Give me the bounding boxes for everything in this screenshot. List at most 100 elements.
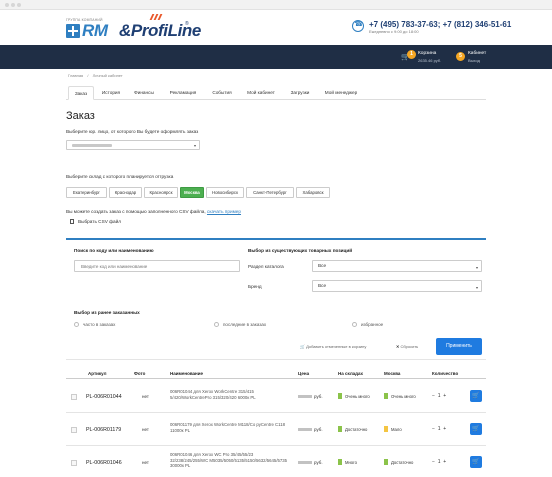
add-marked-label: Добавить отмеченные в корзину — [306, 344, 367, 349]
minus-icon[interactable]: − — [432, 393, 435, 399]
quantity-value[interactable]: 1 — [438, 393, 441, 399]
file-icon — [70, 219, 74, 224]
page: ГРУППА КОМПАНИЙ RM &ProfiLine ® +7 (495)… — [0, 10, 552, 477]
col-article[interactable]: Артикул — [88, 371, 106, 376]
logo-stripes-icon — [148, 14, 164, 20]
csv-choose[interactable]: Выбрать CSV файл — [70, 219, 121, 224]
radio-favorites[interactable]: избранное — [352, 322, 383, 327]
cabinet-link[interactable]: Кабинет — [468, 51, 486, 56]
search-label: Поиск по коду или наименованию — [74, 248, 154, 253]
add-to-cart-button[interactable]: 🛒 — [470, 456, 482, 468]
window-close-dot[interactable] — [5, 3, 9, 7]
reset-label: Сбросить — [400, 344, 419, 349]
logo-rm[interactable]: RM — [82, 21, 108, 41]
row-article[interactable]: PL-006R01046 — [86, 460, 122, 466]
site-header: ГРУППА КОМПАНИЙ RM &ProfiLine ® +7 (495)… — [0, 10, 552, 45]
warehouse-krasnodar[interactable]: Краснодар — [109, 187, 142, 198]
moscow-stock-text: Мало — [391, 427, 402, 432]
add-to-cart-button[interactable]: 🛒 — [470, 390, 482, 402]
col-name[interactable]: Наименование — [170, 371, 203, 376]
col-photo: Фото — [134, 371, 146, 376]
tab-my-cabinet[interactable]: Мой кабинет — [240, 86, 282, 100]
tab-order[interactable]: Заказ — [68, 86, 94, 100]
brand-select[interactable]: Все ▾ — [312, 280, 482, 292]
row-article[interactable]: PL-006R01044 — [86, 394, 122, 400]
cabinet-badge: 5 — [456, 52, 465, 61]
quantity-value[interactable]: 1 — [438, 459, 441, 465]
reset-filters[interactable]: ✕ Сбросить — [396, 344, 418, 349]
catalog-select[interactable]: Все ▾ — [312, 260, 482, 272]
minus-icon[interactable]: − — [432, 459, 435, 465]
plus-icon[interactable]: + — [443, 459, 446, 465]
warehouse-moscow[interactable]: Москва — [180, 187, 204, 198]
logout-link[interactable]: Выход — [468, 58, 480, 63]
moscow-stock-text: Достаточно — [391, 460, 414, 465]
col-price[interactable]: Цена — [298, 371, 309, 376]
window-minimize-dot[interactable] — [11, 3, 15, 7]
phone-icon — [352, 20, 364, 32]
radio-last[interactable]: последние в заказах — [214, 322, 266, 327]
row-article[interactable]: PL-006R01179 — [86, 427, 121, 433]
tab-events[interactable]: События — [206, 86, 238, 100]
tab-downloads[interactable]: Загрузки — [284, 86, 316, 100]
quantity-stepper[interactable]: − 1 + — [432, 426, 446, 432]
add-to-cart-button[interactable]: 🛒 — [470, 423, 482, 435]
radio-often[interactable]: часто в заказах — [74, 322, 115, 327]
warehouse-ekaterinburg[interactable]: Екатеринбург — [66, 187, 107, 198]
tab-history[interactable]: История — [96, 86, 126, 100]
browser-chrome — [0, 0, 552, 10]
plus-icon[interactable]: + — [443, 426, 446, 432]
jur-entity-select[interactable]: ▾ — [66, 140, 200, 150]
row-checkbox[interactable] — [71, 394, 77, 400]
search-input[interactable] — [74, 260, 240, 272]
row-photo: нет — [142, 460, 149, 465]
warehouse-novosibirsk[interactable]: Новосибирск — [206, 187, 244, 198]
warehouse-krasnoyarsk[interactable]: Красноярск — [144, 187, 178, 198]
chevron-down-icon: ▾ — [193, 143, 196, 148]
row-name[interactable]: 006R01044 для Xerox WorkCentre 315/415 5… — [170, 389, 292, 400]
breadcrumb-separator: / — [87, 73, 89, 78]
csv-hint: Вы можете создать заказ с помощью заполн… — [66, 209, 241, 214]
row-stock: Очень много — [338, 393, 370, 399]
stock-level-icon — [338, 426, 342, 432]
breadcrumb-home[interactable]: Главная — [68, 73, 83, 78]
moscow-stock-text: Очень много — [391, 394, 416, 399]
breadcrumb-cabinet: Личный кабинет — [92, 73, 123, 78]
table-row: PL-006R01044 нет 006R01044 для Xerox Wor… — [66, 380, 486, 413]
chevron-down-icon: ▾ — [475, 285, 478, 290]
row-checkbox[interactable] — [71, 427, 77, 433]
breadcrumb: Главная / Личный кабинет — [68, 73, 126, 78]
row-moscow-stock: Достаточно — [384, 459, 413, 465]
row-checkbox[interactable] — [71, 460, 77, 466]
price-unit: руб. — [314, 394, 323, 399]
tab-my-manager[interactable]: Мой менеджер — [318, 86, 364, 100]
quantity-stepper[interactable]: − 1 + — [432, 393, 446, 399]
col-moscow: Москва — [384, 371, 401, 376]
plus-icon[interactable]: + — [443, 393, 446, 399]
price-redacted — [298, 395, 312, 398]
warehouse-khabarovsk[interactable]: Хабаровск — [296, 187, 330, 198]
row-price: руб. — [298, 460, 323, 465]
window-maximize-dot[interactable] — [17, 3, 21, 7]
quantity-stepper[interactable]: − 1 + — [432, 459, 446, 465]
logo-registered-mark: ® — [185, 21, 189, 27]
row-name[interactable]: 006R01046 для Xerox WC Pro 35/45/55/23 3… — [170, 452, 292, 469]
apply-button[interactable]: Применить — [436, 338, 482, 355]
stock-level-icon — [384, 426, 388, 432]
row-name[interactable]: 006R01179 для Xerox WorkCentre M118/Co p… — [170, 422, 292, 433]
tab-finance[interactable]: Финансы — [128, 86, 160, 100]
stock-text: Достаточно — [345, 427, 368, 432]
tab-reclamation[interactable]: Рекламация — [164, 86, 202, 100]
jur-entity-value-redacted — [72, 144, 112, 147]
quantity-value[interactable]: 1 — [438, 426, 441, 432]
add-marked-to-cart[interactable]: 🛒 Добавить отмеченные в корзину — [300, 344, 366, 349]
warehouse-spb[interactable]: Санкт-Петербург — [246, 187, 294, 198]
row-moscow-stock: Очень много — [384, 393, 416, 399]
stock-level-icon — [338, 459, 342, 465]
csv-example-link[interactable]: скачать пример — [207, 209, 241, 214]
csv-choose-label: Выбрать CSV файл — [78, 219, 121, 224]
phone-numbers[interactable]: +7 (495) 783-37-63; +7 (812) 346-51-61 — [369, 20, 511, 29]
cart-label[interactable]: Корзина — [418, 51, 436, 56]
logo-cross-icon[interactable] — [66, 24, 80, 38]
minus-icon[interactable]: − — [432, 426, 435, 432]
